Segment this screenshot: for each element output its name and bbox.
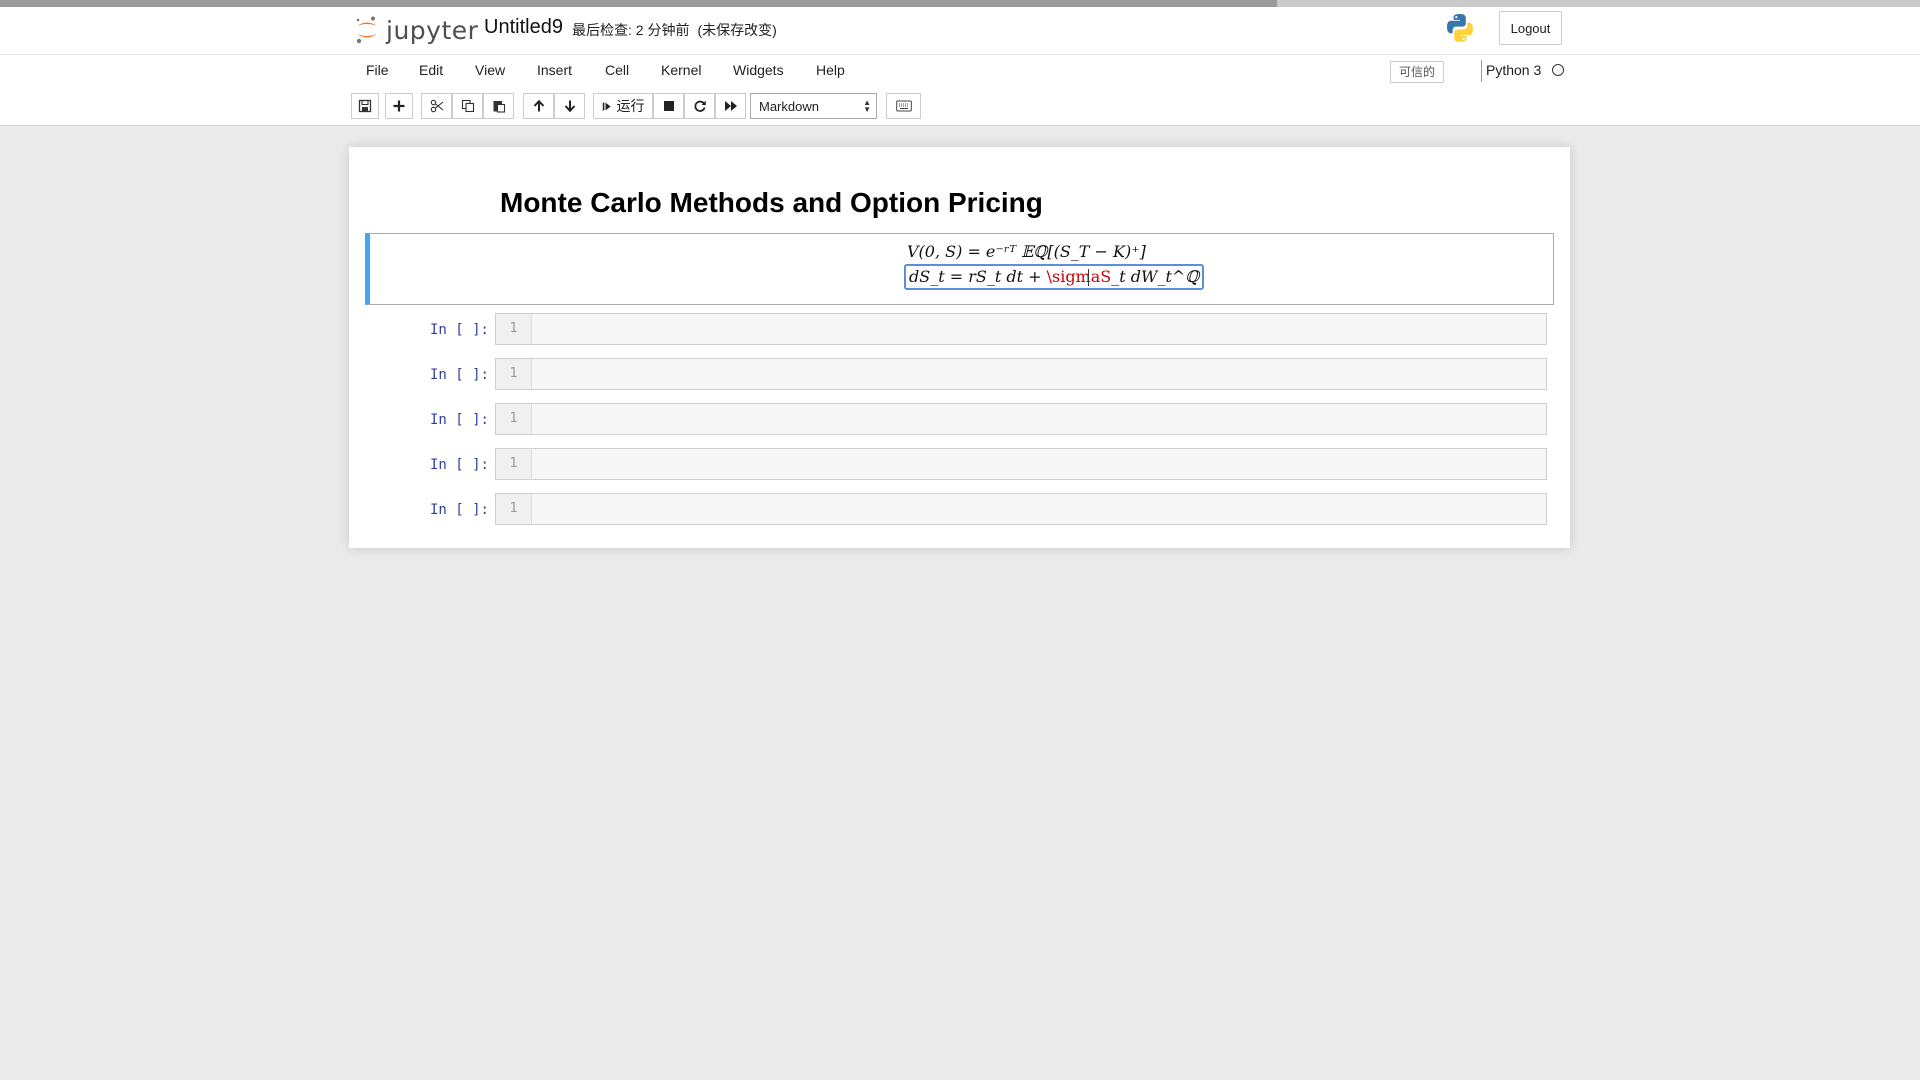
code-cell[interactable]: In [ ]: 1: [349, 448, 1570, 484]
menu-view[interactable]: View: [475, 62, 505, 78]
checkpoint-status: 最后检查: 2 分钟前 (未保存改变): [572, 20, 785, 40]
menu-help[interactable]: Help: [816, 62, 845, 78]
kernel-name[interactable]: Python 3: [1486, 62, 1541, 78]
autosave-status: (未保存改变): [697, 22, 777, 38]
restart-button[interactable]: [684, 93, 715, 119]
copy-icon: [461, 99, 474, 113]
move-up-icon: [533, 99, 544, 112]
header-title-row: jupyter Untitled9 最后检查: 2 分钟前 (未保存改变) Log…: [0, 7, 1920, 55]
line-number: 1: [496, 449, 532, 479]
input-prompt: In [ ]:: [429, 322, 489, 338]
input-prompt: In [ ]:: [429, 367, 489, 383]
fast-forward-icon: [724, 101, 737, 111]
restart-run-all-button[interactable]: [715, 93, 746, 119]
code-cell[interactable]: In [ ]: 1: [349, 358, 1570, 394]
interrupt-button[interactable]: [653, 93, 684, 119]
python-logo-icon: [1447, 14, 1473, 42]
line-number: 1: [496, 359, 532, 389]
command-palette-button[interactable]: [886, 93, 921, 119]
input-prompt: In [ ]:: [429, 412, 489, 428]
kernel-idle-indicator-icon: [1552, 64, 1564, 76]
code-input[interactable]: 1: [495, 448, 1547, 480]
menu-file[interactable]: File: [366, 62, 389, 78]
menu-cell[interactable]: Cell: [605, 62, 629, 78]
math-equation-sde[interactable]: dS_t = rS_t dt + \sigmaS_t dW_t^ℚ: [904, 264, 1205, 290]
math-sde-prefix: dS_t = rS_t dt +: [909, 267, 1047, 286]
add-cell-icon: [393, 100, 405, 112]
code-input[interactable]: 1: [495, 493, 1547, 525]
run-icon: [602, 102, 611, 110]
notebook-container: Monte Carlo Methods and Option Pricing V…: [349, 147, 1570, 548]
page-load-progress: [0, 0, 1277, 7]
math-sde-error: \sigmaS: [1046, 267, 1112, 286]
toolbar: 运行 Markdown ▲ ▼: [349, 93, 1569, 123]
line-number: 1: [496, 314, 532, 344]
cell-type-select[interactable]: Markdown ▲ ▼: [750, 93, 877, 119]
math-sde-suffix: _t dW_t^ℚ: [1111, 267, 1200, 286]
menu-kernel[interactable]: Kernel: [661, 62, 701, 78]
save-button[interactable]: [351, 93, 379, 119]
jupyter-logo-icon: [356, 16, 377, 44]
cut-icon: [430, 99, 443, 113]
line-number: 1: [496, 404, 532, 434]
cell-type-value: Markdown: [759, 98, 819, 114]
code-cell[interactable]: In [ ]: 1: [349, 313, 1570, 349]
header: jupyter Untitled9 最后检查: 2 分钟前 (未保存改变) Log…: [0, 7, 1920, 126]
input-prompt: In [ ]:: [429, 457, 489, 473]
cut-button[interactable]: [421, 93, 452, 119]
input-prompt: In [ ]:: [429, 502, 489, 518]
select-arrows-icon: ▲ ▼: [863, 98, 871, 114]
logout-button[interactable]: Logout: [1499, 11, 1562, 45]
code-cell[interactable]: In [ ]: 1: [349, 493, 1570, 529]
top-strip: [0, 0, 1920, 7]
menu-insert[interactable]: Insert: [537, 62, 572, 78]
restart-icon: [693, 100, 706, 112]
code-input[interactable]: 1: [495, 313, 1547, 345]
code-input[interactable]: 1: [495, 403, 1547, 435]
keyboard-icon: [895, 100, 912, 112]
menu-widgets[interactable]: Widgets: [733, 62, 784, 78]
menubar: File Edit View Insert Cell Kernel Widget…: [349, 54, 1569, 88]
jupyter-logo[interactable]: jupyter: [354, 13, 478, 47]
kernel-separator: [1481, 60, 1482, 82]
notebook-heading[interactable]: Monte Carlo Methods and Option Pricing: [500, 187, 1043, 219]
menu-edit[interactable]: Edit: [419, 62, 443, 78]
logo-text: jupyter: [386, 15, 479, 45]
run-label: 运行: [616, 98, 645, 114]
trusted-indicator[interactable]: 可信的: [1390, 61, 1445, 83]
copy-button[interactable]: [452, 93, 483, 119]
run-button[interactable]: 运行: [593, 93, 653, 119]
code-cell[interactable]: In [ ]: 1: [349, 403, 1570, 439]
move-down-icon: [564, 100, 575, 113]
code-input[interactable]: 1: [495, 358, 1547, 390]
paste-icon: [493, 101, 505, 113]
move-up-button[interactable]: [523, 93, 554, 119]
line-number: 1: [496, 494, 532, 524]
notebook-name[interactable]: Untitled9: [484, 16, 563, 39]
text-cursor-icon: [1088, 269, 1089, 286]
math-equation-price: V(0, S) = e⁻ʳᵀ 𝔼ℚ[(S_T − K)⁺]: [907, 242, 1146, 261]
last-checkpoint: 最后检查: 2 分钟前: [572, 22, 690, 38]
math-output[interactable]: V(0, S) = e⁻ʳᵀ 𝔼ℚ[(S_T − K)⁺] dS_t = rS_…: [904, 242, 1205, 290]
insert-cell-button[interactable]: [385, 93, 413, 119]
save-icon: [358, 99, 372, 113]
stop-icon: [663, 101, 674, 111]
move-down-button[interactable]: [554, 93, 585, 119]
paste-button[interactable]: [483, 93, 514, 119]
markdown-cell-selected[interactable]: V(0, S) = e⁻ʳᵀ 𝔼ℚ[(S_T − K)⁺] dS_t = rS_…: [365, 233, 1554, 305]
